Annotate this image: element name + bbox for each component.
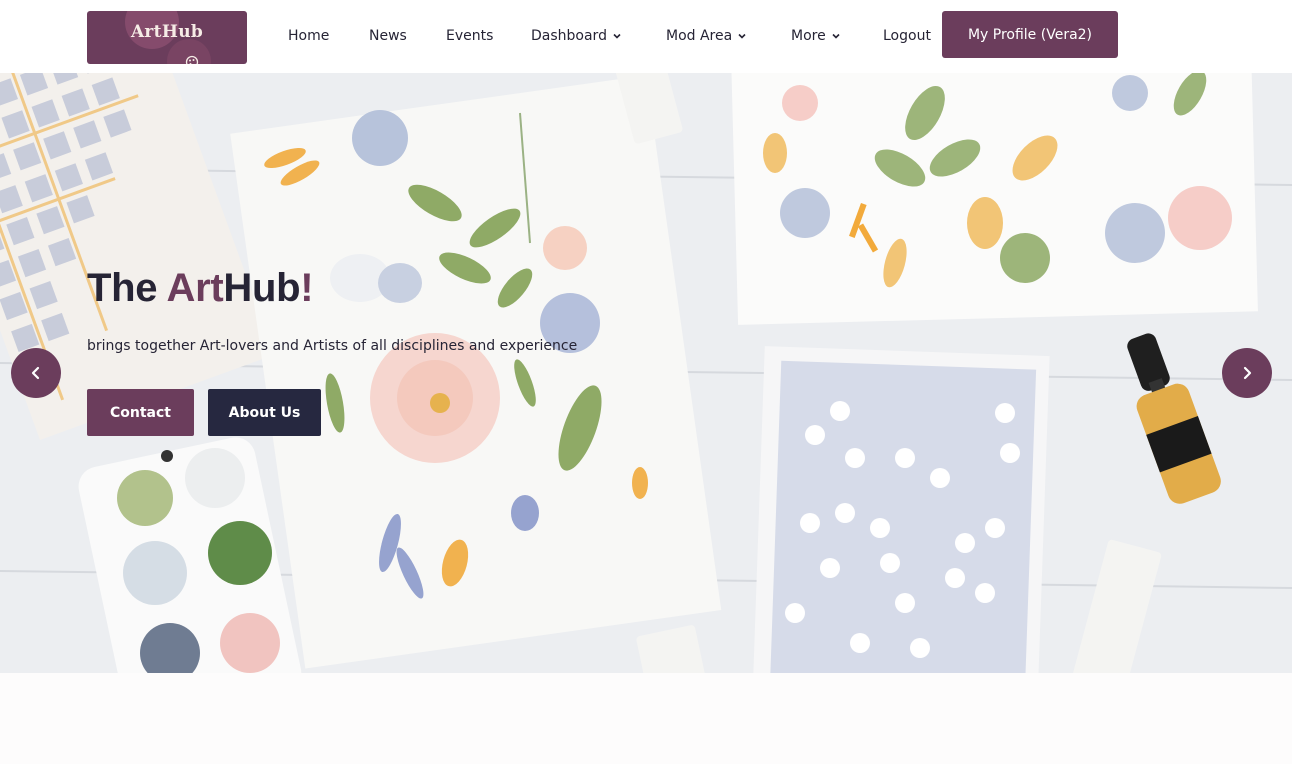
- nav-label: Mod Area: [666, 28, 733, 44]
- carousel-next-button[interactable]: [1222, 348, 1272, 398]
- chevron-left-icon: [31, 366, 40, 380]
- title-accent: !: [300, 266, 314, 310]
- nav-dashboard-dropdown[interactable]: Dashboard: [531, 26, 621, 46]
- content-area: [0, 673, 1292, 764]
- nav-events[interactable]: Events: [446, 26, 493, 46]
- nav-logout[interactable]: Logout: [883, 26, 931, 46]
- hero-carousel: The ArtHub! brings together Art-lovers a…: [0, 73, 1292, 673]
- top-navbar: ArtHub Home News Events Dashboard Mod Ar…: [0, 0, 1292, 73]
- title-accent: Art: [166, 266, 224, 310]
- arthub-logo[interactable]: ArtHub: [87, 11, 247, 64]
- chevron-right-icon: [1243, 366, 1252, 380]
- my-profile-button[interactable]: My Profile (Vera2): [942, 11, 1118, 58]
- hero-subtitle: brings together Art-lovers and Artists o…: [87, 338, 578, 354]
- palette-icon: [185, 55, 199, 64]
- nav-more-dropdown[interactable]: More: [791, 26, 840, 46]
- nav-label: Logout: [883, 28, 931, 44]
- nav-mod-area-dropdown[interactable]: Mod Area: [666, 26, 746, 46]
- nav-news[interactable]: News: [369, 26, 407, 46]
- nav-label: Home: [288, 28, 330, 44]
- nav-label: Events: [446, 28, 494, 44]
- chevron-down-icon: [738, 33, 746, 39]
- title-part: The: [87, 266, 167, 310]
- contact-button[interactable]: Contact: [87, 389, 194, 436]
- hero-title: The ArtHub!: [87, 266, 314, 311]
- title-part: Hub: [223, 266, 301, 310]
- nav-home[interactable]: Home: [288, 26, 329, 46]
- nav-label: Dashboard: [531, 28, 607, 44]
- about-us-button[interactable]: About Us: [208, 389, 321, 436]
- chevron-down-icon: [613, 33, 621, 39]
- nav-label: News: [369, 28, 407, 44]
- logo-text: ArtHub: [130, 22, 204, 42]
- hero-background-image: [0, 73, 1292, 673]
- nav-label: More: [791, 28, 826, 44]
- chevron-down-icon: [832, 33, 840, 39]
- carousel-prev-button[interactable]: [11, 348, 61, 398]
